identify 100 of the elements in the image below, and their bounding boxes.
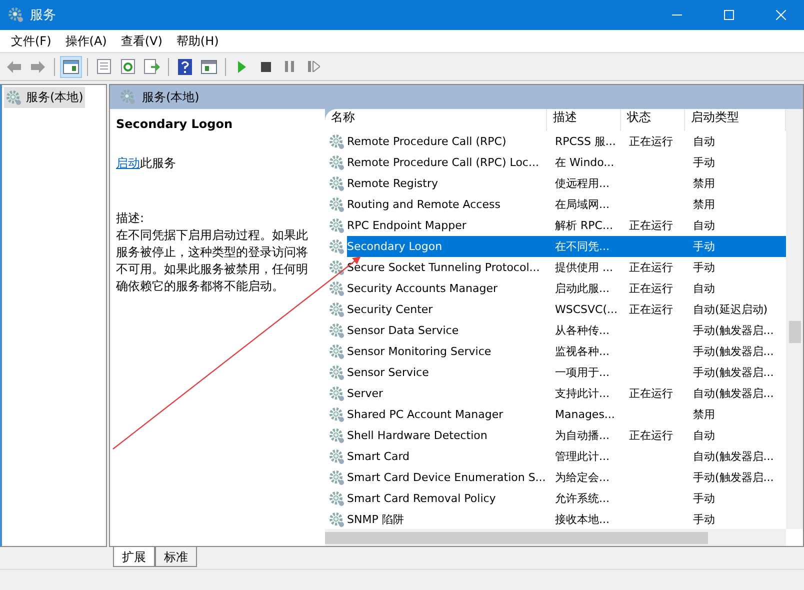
- tree-item-label: 服务(本地): [26, 89, 84, 106]
- service-name-cell[interactable]: Smart Card Removal Policy: [347, 488, 551, 509]
- menu-item[interactable]: 查看(V): [114, 30, 170, 52]
- service-name-cell[interactable]: Remote Registry: [347, 173, 551, 194]
- service-name-cell[interactable]: Remote Procedure Call (RPC): [347, 131, 551, 152]
- play-icon: [237, 60, 247, 72]
- service-name-cell[interactable]: RPC Endpoint Mapper: [347, 215, 551, 236]
- column-header[interactable]: 名称: [325, 109, 547, 131]
- toolbar-button[interactable]: [60, 56, 82, 78]
- gear-icon: [329, 238, 345, 254]
- help-icon: [178, 58, 192, 74]
- table-cell-text: 使远程用...: [554, 176, 610, 192]
- tree-item[interactable]: 服务(本地): [4, 87, 86, 108]
- table-cell-text: 手动(触发器启...: [692, 344, 775, 360]
- table-cell-text: 自动(触发器启...: [692, 449, 775, 465]
- view-tab[interactable]: 标准: [155, 547, 197, 567]
- pause-icon: [285, 61, 295, 72]
- table-cell-text: 手动: [692, 155, 716, 171]
- table-cell-text: 手动: [692, 239, 716, 255]
- table-cell-text: 正在运行: [628, 302, 674, 318]
- table-cell-text: 手动: [692, 260, 716, 276]
- table-cell-text: 监视各种...: [554, 344, 610, 360]
- table-cell-text: 从各种传...: [554, 323, 610, 339]
- service-name-cell[interactable]: Server: [347, 383, 551, 404]
- forward-arrow-icon: [30, 60, 46, 74]
- table-cell-text: 自动: [692, 134, 716, 150]
- service-name-cell[interactable]: Sensor Monitoring Service: [347, 341, 551, 362]
- table-cell-text: 手动(触发器启...: [692, 323, 775, 339]
- gear-icon: [329, 448, 345, 464]
- table-cell-text: 一项用于...: [554, 365, 610, 381]
- gear-icon: [329, 260, 345, 276]
- table-cell-text: 手动: [692, 491, 716, 507]
- column-header[interactable]: 状态: [621, 109, 685, 131]
- table-cell-text: WSCSVC(...: [554, 302, 619, 318]
- gear-icon: [329, 470, 345, 486]
- service-name-cell[interactable]: Security Center: [347, 299, 551, 320]
- gear-icon: [329, 134, 345, 150]
- table-cell-text: 自动: [692, 218, 716, 234]
- view-tab[interactable]: 扩展: [113, 547, 155, 567]
- table-cell-text: 自动: [692, 281, 716, 297]
- refresh-icon: [121, 59, 135, 74]
- menu-item[interactable]: 帮助(H): [169, 30, 226, 52]
- table-cell-text: 禁用: [692, 407, 716, 423]
- maximize-icon: [724, 10, 734, 20]
- service-name-cell[interactable]: Secondary Logon: [347, 236, 551, 257]
- view-pane-icon: [201, 60, 217, 74]
- horizontal-scrollbar[interactable]: [325, 529, 786, 546]
- panel-title: 服务(本地): [142, 88, 200, 106]
- gear-icon: [6, 90, 22, 106]
- table-cell-text: RPCSS 服...: [554, 134, 617, 150]
- table-cell-text: 正在运行: [628, 428, 674, 444]
- table-cell-text: Manages...: [554, 407, 616, 423]
- table-cell-text: 正在运行: [628, 134, 674, 150]
- table-cell-text: 自动(延迟启动): [692, 302, 769, 318]
- resume-icon: [308, 61, 320, 72]
- start-link[interactable]: 启动: [116, 156, 140, 170]
- gear-icon: [329, 490, 345, 506]
- gear-icon: [120, 89, 136, 105]
- menu-item[interactable]: 文件(F): [4, 30, 58, 52]
- menu-item[interactable]: 操作(A): [58, 30, 114, 52]
- service-name: Secondary Logon: [116, 117, 234, 131]
- selected-row-highlight[interactable]: Secondary Logon 在不同凭... 手动: [347, 236, 786, 257]
- export-icon: [144, 59, 160, 74]
- table-cell-text: 禁用: [692, 176, 716, 192]
- service-name-cell[interactable]: Sensor Data Service: [347, 320, 551, 341]
- table-cell-text: 禁用: [692, 197, 716, 213]
- table-cell-text: 正在运行: [628, 260, 674, 276]
- service-name-cell[interactable]: Smart Card: [347, 446, 551, 467]
- service-name-cell[interactable]: Shared PC Account Manager: [347, 404, 551, 425]
- service-name-cell[interactable]: Shell Hardware Detection: [347, 425, 551, 446]
- description-label: 描述:: [116, 210, 146, 227]
- table-cell-text: 解析 RPC...: [554, 218, 614, 234]
- column-header[interactable]: 描述: [547, 109, 621, 131]
- service-name-cell[interactable]: Routing and Remote Access: [347, 194, 551, 215]
- table-cell-text: 手动: [692, 512, 716, 528]
- gear-icon: [329, 302, 345, 318]
- table-cell-text: 手动(触发器启...: [692, 365, 775, 381]
- gear-icon: [329, 176, 345, 192]
- back-arrow-icon: [6, 60, 22, 74]
- table-cell-text: 提供使用 ...: [554, 260, 614, 276]
- table-cell-text: 在 Windo...: [554, 155, 616, 171]
- gear-icon: [329, 364, 345, 380]
- service-name-cell[interactable]: Smart Card Device Enumeration S...: [347, 467, 551, 488]
- description-text: 在不同凭据下启用启动过程。如果此服务被停止，这种类型的登录访问将不可用。如果此服务被禁用，任何明确依赖它的服务都将不能启动。: [116, 227, 309, 295]
- gear-icon: [329, 406, 345, 422]
- service-name-cell[interactable]: Sensor Service: [347, 362, 551, 383]
- gear-icon: [329, 512, 345, 528]
- table-cell-text: 接收本地...: [554, 512, 610, 528]
- service-name-cell[interactable]: Security Accounts Manager: [347, 278, 551, 299]
- service-name-cell[interactable]: Secure Socket Tunneling Protocol...: [347, 257, 551, 278]
- table-cell-text: 手动(触发器启...: [692, 470, 775, 486]
- console-tree-icon: [63, 60, 79, 74]
- vertical-scrollbar[interactable]: [786, 109, 803, 529]
- gear-icon: [329, 280, 345, 296]
- service-name-cell[interactable]: SNMP 陷阱: [347, 509, 551, 529]
- table-cell-text: 为自动播...: [554, 428, 610, 444]
- table-cell-text: 支持此计...: [554, 386, 610, 402]
- gear-icon: [329, 154, 345, 170]
- service-name-cell[interactable]: Remote Procedure Call (RPC) Loc...: [347, 152, 551, 173]
- table-cell-text: 在局域网...: [554, 197, 610, 213]
